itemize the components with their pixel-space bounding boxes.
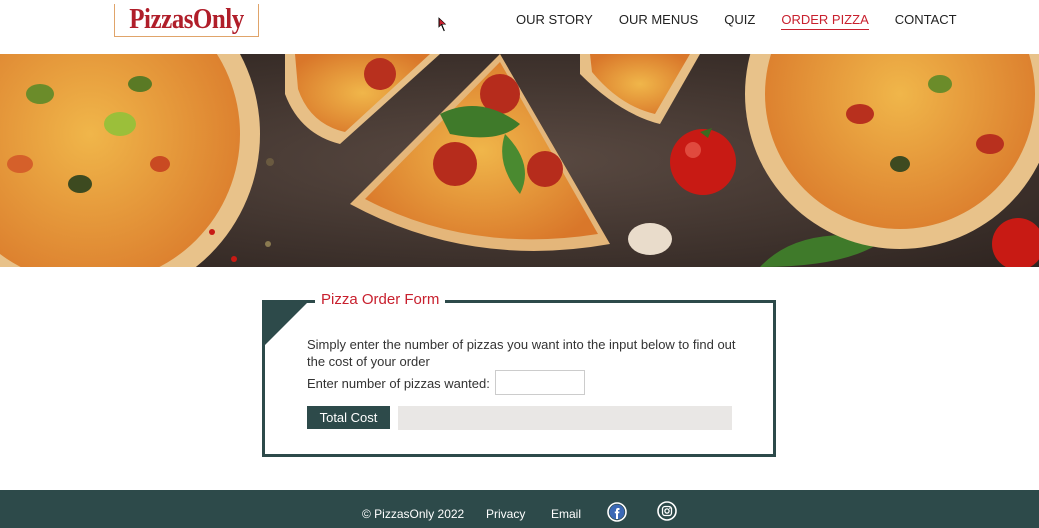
instagram-icon[interactable] — [657, 501, 677, 521]
main-nav: OUR STORY OUR MENUS QUIZ ORDER PIZZA CON… — [516, 12, 983, 30]
nav-our-menus[interactable]: OUR MENUS — [619, 12, 698, 30]
site-logo[interactable]: PizzasOnly — [114, 4, 259, 37]
pizza-order-form: Pizza Order Form Simply enter the number… — [262, 291, 776, 457]
site-footer: © PizzasOnly 2022 Privacy Email — [0, 490, 1039, 528]
mouse-cursor-icon — [437, 15, 449, 33]
total-cost-output — [398, 406, 732, 430]
logo-text: PizzasOnly — [129, 3, 244, 35]
quantity-input[interactable] — [495, 370, 585, 395]
nav-order-pizza[interactable]: ORDER PIZZA — [781, 12, 869, 30]
pizza-hero-image — [0, 54, 1039, 267]
nav-contact[interactable]: CONTACT — [895, 12, 957, 30]
nav-quiz[interactable]: QUIZ — [724, 12, 755, 30]
site-header: PizzasOnly OUR STORY OUR MENUS QUIZ ORDE… — [0, 0, 1039, 54]
form-corner-decoration — [262, 300, 310, 348]
nav-our-story[interactable]: OUR STORY — [516, 12, 593, 30]
form-description: Simply enter the number of pizzas you wa… — [307, 337, 736, 369]
facebook-icon[interactable] — [607, 502, 627, 522]
footer-copyright: © PizzasOnly 2022 — [362, 507, 465, 521]
total-cost-button[interactable]: Total Cost — [307, 406, 390, 429]
quantity-label: Enter number of pizzas wanted: — [307, 376, 490, 391]
footer-email-link[interactable]: Email — [551, 507, 581, 521]
footer-privacy-link[interactable]: Privacy — [486, 507, 525, 521]
hero-banner — [0, 54, 1039, 267]
form-legend: Pizza Order Form — [315, 291, 446, 308]
